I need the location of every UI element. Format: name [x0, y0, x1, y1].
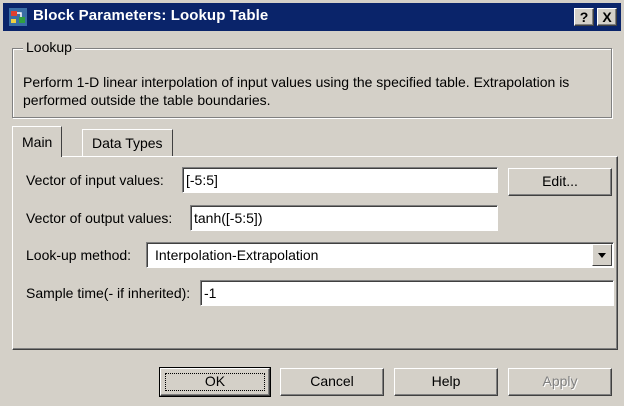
cancel-button[interactable]: Cancel	[280, 368, 384, 396]
sample-time-label: Sample time(- if inherited):	[26, 285, 191, 301]
title-bar[interactable]: Block Parameters: Lookup Table ? X	[3, 3, 621, 31]
group-legend: Lookup	[23, 39, 75, 55]
help-title-button[interactable]: ?	[574, 8, 594, 26]
tab-main[interactable]: Main	[12, 126, 63, 157]
ok-button[interactable]: OK	[159, 367, 271, 397]
block-description: Perform 1-D linear interpolation of inpu…	[23, 74, 570, 108]
window-title: Block Parameters: Lookup Table	[33, 7, 269, 24]
lookup-method-label: Look-up method:	[26, 247, 132, 263]
block-parameters-dialog: Block Parameters: Lookup Table ? X Looku…	[0, 0, 624, 406]
input-values-field[interactable]: [-5:5]	[182, 167, 498, 193]
close-title-button[interactable]: X	[597, 8, 617, 26]
edit-button[interactable]: Edit...	[508, 168, 612, 196]
focus-rect	[165, 373, 265, 391]
output-values-field[interactable]: tanh([-5:5])	[190, 205, 498, 231]
tab-data-types[interactable]: Data Types	[82, 129, 173, 157]
input-values-label: Vector of input values:	[26, 172, 164, 188]
dropdown-arrow-icon[interactable]	[592, 244, 612, 266]
apply-button[interactable]: Apply	[508, 368, 612, 396]
lookup-method-value: Interpolation-Extrapolation	[155, 247, 319, 263]
tab-main-label: Main	[22, 134, 53, 150]
lookup-method-select[interactable]: Interpolation-Extrapolation	[146, 242, 614, 268]
simulink-block-icon	[9, 8, 27, 26]
help-button[interactable]: Help	[394, 368, 498, 396]
sample-time-field[interactable]: -1	[200, 280, 614, 306]
tab-data-types-label: Data Types	[92, 135, 163, 151]
description-group: Lookup Perform 1-D linear interpolation …	[12, 39, 612, 118]
output-values-label: Vector of output values:	[26, 210, 173, 226]
